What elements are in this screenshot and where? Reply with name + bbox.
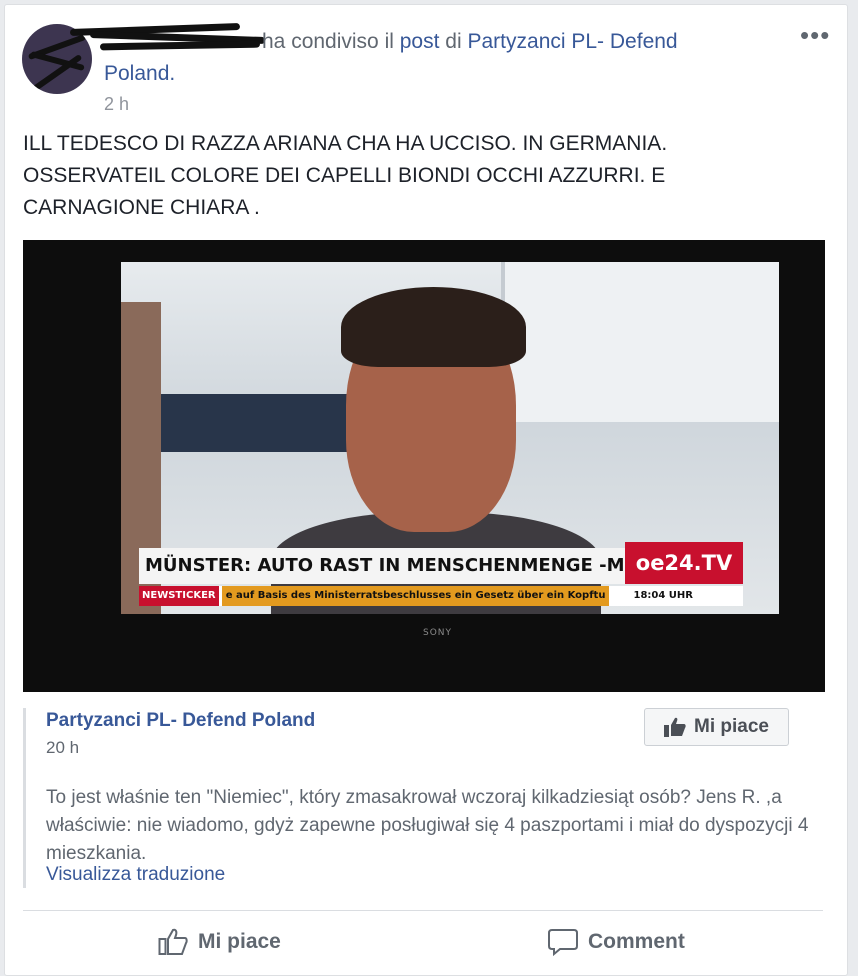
ticker-tag: NEWSTICKER — [139, 586, 219, 606]
divider — [23, 910, 823, 911]
post-message: ILL TEDESCO DI RAZZA ARIANA CHA HA UCCIS… — [23, 132, 668, 219]
like-button[interactable]: Mi piace — [158, 928, 281, 956]
shared-text: ha condiviso il — [262, 30, 394, 53]
shared-timestamp[interactable]: 20 h — [46, 738, 79, 758]
news-headline: MÜNSTER: AUTO RAST IN MENSCHENMENGE -MEH… — [139, 548, 625, 584]
shared-post: Partyzanci PL- Defend Poland 20 h Mi pia… — [23, 708, 826, 888]
tv-screen: MÜNSTER: AUTO RAST IN MENSCHENMENGE -MEH… — [121, 262, 779, 614]
channel-logo: oe24.TV — [625, 542, 743, 584]
post-link[interactable]: post — [400, 30, 440, 53]
comment-icon — [548, 929, 578, 956]
more-options-icon[interactable]: ••• — [800, 20, 830, 51]
redacted-user-name — [60, 22, 266, 52]
page-link[interactable]: Partyzanci PL- Defend — [468, 30, 678, 53]
share-header: ha condiviso il post di Partyzanci PL- D… — [262, 28, 678, 56]
ticker-time: 18:04 UHR — [633, 590, 693, 601]
of-text: di — [445, 30, 462, 53]
like-label: Mi piace — [198, 930, 281, 953]
post-photo[interactable]: MÜNSTER: AUTO RAST IN MENSCHENMENGE -MEH… — [23, 240, 825, 692]
see-translation-link[interactable]: Visualizza traduzione — [46, 864, 225, 886]
comment-button[interactable]: Comment — [548, 928, 685, 956]
thumbs-up-outline-icon — [158, 928, 188, 955]
comment-label: Comment — [588, 930, 685, 953]
shared-post-text: To jest właśnie ten "Niemiec", który zma… — [46, 787, 809, 864]
ticker-text: e auf Basis des Ministerratsbeschlusses … — [221, 586, 610, 606]
news-ticker: NEWSTICKER e auf Basis des Ministerratsb… — [139, 586, 743, 606]
tv-brand: SONY — [423, 628, 453, 638]
page-link-continued[interactable]: Poland. — [104, 60, 175, 88]
shared-page-name[interactable]: Partyzanci PL- Defend Poland — [46, 710, 315, 732]
post-timestamp[interactable]: 2 h — [104, 94, 129, 115]
thumbs-up-icon — [664, 717, 686, 737]
like-page-label: Mi piace — [694, 716, 769, 737]
like-page-button[interactable]: Mi piace — [644, 708, 789, 746]
